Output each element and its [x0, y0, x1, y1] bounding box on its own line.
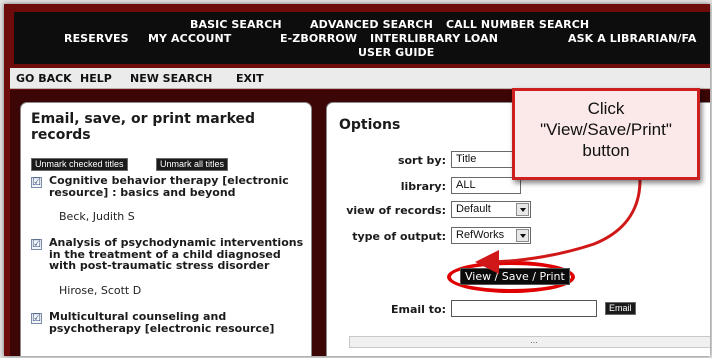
- new-search-link[interactable]: NEW SEARCH: [130, 72, 212, 85]
- nav-ezborrow[interactable]: E-ZBORROW: [280, 32, 357, 45]
- exit-link[interactable]: EXIT: [236, 72, 264, 85]
- library-select[interactable]: ALL: [451, 177, 521, 194]
- nav-my-account[interactable]: MY ACCOUNT: [148, 32, 231, 45]
- marked-records-panel: Email, save, or print marked records Unm…: [20, 102, 312, 356]
- chevron-down-icon[interactable]: [516, 203, 529, 216]
- callout-line: "View/Save/Print": [540, 120, 672, 139]
- help-link[interactable]: HELP: [80, 72, 112, 85]
- go-back-link[interactable]: GO BACK: [16, 72, 72, 85]
- bottom-bar: ...: [349, 336, 710, 348]
- sort-by-label: sort by:: [397, 154, 446, 167]
- nav-interlibrary-loan[interactable]: INTERLIBRARY LOAN: [370, 32, 498, 45]
- view-of-records-select[interactable]: Default: [451, 201, 531, 218]
- record-title[interactable]: Cognitive behavior therapy [electronic r…: [49, 175, 311, 198]
- library-label: library:: [400, 180, 446, 193]
- nav-call-number-search[interactable]: CALL NUMBER SEARCH: [446, 18, 589, 31]
- callout-line: Click: [587, 99, 625, 118]
- email-button[interactable]: Email: [605, 302, 636, 315]
- unmark-all-button[interactable]: Unmark all titles: [156, 158, 229, 171]
- view-of-records-label: view of records:: [346, 204, 446, 217]
- record-checkbox[interactable]: ☑: [31, 177, 42, 188]
- toolbar: GO BACK HELP NEW SEARCH EXIT: [10, 68, 710, 89]
- sort-by-select[interactable]: Title: [451, 151, 521, 168]
- chevron-down-icon[interactable]: [516, 229, 529, 242]
- nav-reserves[interactable]: RESERVES: [64, 32, 129, 45]
- options-title: Options: [339, 117, 401, 133]
- type-of-output-select[interactable]: RefWorks: [451, 227, 531, 244]
- view-save-print-button[interactable]: View / Save / Print: [460, 268, 570, 285]
- nav-basic-search[interactable]: BASIC SEARCH: [190, 18, 282, 31]
- callout-line: button: [582, 141, 630, 160]
- nav-user-guide[interactable]: USER GUIDE: [358, 46, 434, 59]
- record-checkbox[interactable]: ☑: [31, 239, 42, 250]
- top-navigation: BASIC SEARCH ADVANCED SEARCH CALL NUMBER…: [14, 12, 710, 64]
- nav-advanced-search[interactable]: ADVANCED SEARCH: [310, 18, 433, 31]
- email-to-label: Email to:: [391, 303, 446, 316]
- record-author: Beck, Judith S: [59, 210, 135, 223]
- record-author: Hirose, Scott D: [59, 284, 142, 297]
- email-to-input[interactable]: [451, 300, 597, 317]
- record-checkbox[interactable]: ☑: [31, 313, 42, 324]
- panel-title: Email, save, or print marked records: [31, 111, 256, 143]
- type-of-output-label: type of output:: [352, 230, 446, 243]
- nav-ask-a-librarian[interactable]: ASK A LIBRARIAN/FA: [568, 32, 696, 45]
- record-title[interactable]: Analysis of psychodynamic interventions …: [49, 237, 311, 272]
- browser-frame: BASIC SEARCH ADVANCED SEARCH CALL NUMBER…: [4, 4, 710, 356]
- instruction-callout: Click "View/Save/Print" button: [512, 88, 700, 180]
- record-title[interactable]: Multicultural counseling and psychothera…: [49, 311, 311, 334]
- unmark-checked-button[interactable]: Unmark checked titles: [31, 158, 128, 171]
